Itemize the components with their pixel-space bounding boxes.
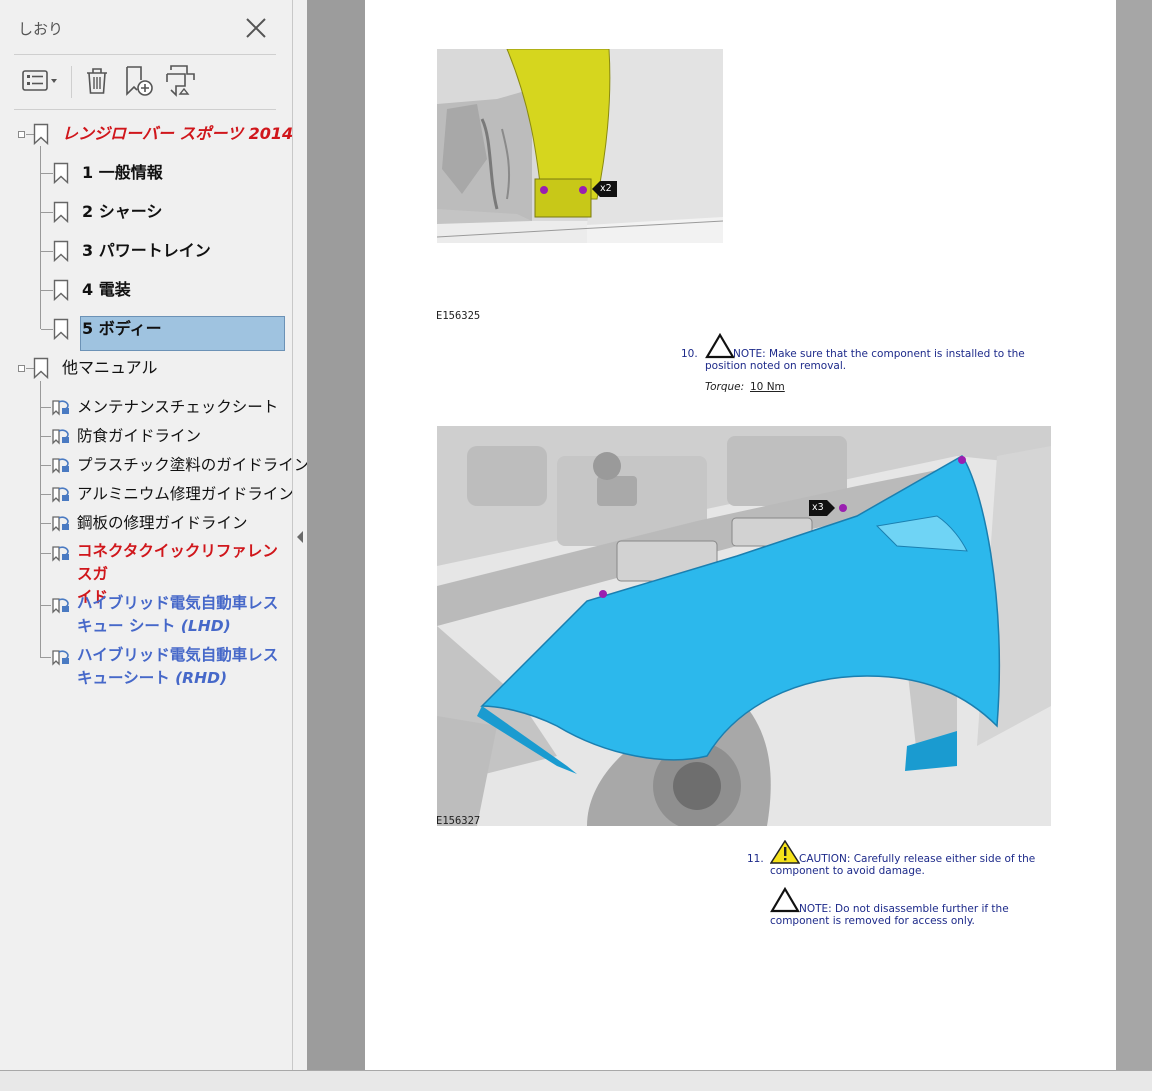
bookmark-label: メンテナンスチェックシート: [77, 398, 279, 416]
bookmark-icon: [33, 123, 49, 145]
bookmark-link-item[interactable]: 鋼板の修理ガイドライン: [0, 508, 292, 538]
collapse-panel-icon[interactable]: [296, 530, 304, 544]
tree-line: [41, 407, 51, 408]
link-bookmark-icon: [52, 598, 69, 614]
pdf-viewer-window: しおり レンジローバー スポーツ 2014 1 一般情報 2 シャーシ 3 パワ…: [0, 0, 1152, 1091]
bookmark-icon: [53, 162, 69, 184]
bookmark-link-item[interactable]: 防食ガイドライン: [0, 421, 292, 451]
torque-value-link[interactable]: 10 Nm: [750, 381, 785, 393]
bookmark-chapter-3[interactable]: 3 パワートレイン: [0, 236, 292, 266]
expand-bookmark-icon[interactable]: [162, 64, 198, 98]
tree-line: [41, 212, 53, 213]
panel-splitter[interactable]: [292, 0, 293, 1070]
link-bookmark-icon: [52, 429, 69, 445]
expander-icon[interactable]: [18, 365, 25, 372]
figure-e156327: [437, 426, 1051, 826]
note-triangle-icon: [705, 333, 735, 359]
bookmark-label: 鋼板の修理ガイドライン: [77, 514, 248, 532]
toolbar-separator: [71, 66, 72, 98]
caution-warning-icon: [770, 840, 800, 864]
bookmark-chapter-2[interactable]: 2 シャーシ: [0, 197, 292, 227]
bookmark-icon: [53, 201, 69, 223]
bookmark-label: 4 電装: [82, 280, 131, 299]
note-text: component is removed for access only.: [770, 915, 975, 927]
link-bookmark-icon: [52, 400, 69, 416]
caution-text: CAUTION: Carefully release either side o…: [799, 853, 1036, 865]
bookmark-link-item[interactable]: コネクタクイックリファレンスガ イド: [0, 538, 292, 606]
bookmark-label: 5 ボディー: [82, 319, 162, 338]
status-bar: [0, 1070, 1152, 1091]
tree-line: [41, 173, 53, 174]
tree-line: [41, 523, 51, 524]
new-bookmark-icon[interactable]: [122, 64, 156, 98]
link-bookmark-icon: [52, 487, 69, 503]
panel-title: しおり: [18, 20, 64, 38]
bookmark-root[interactable]: レンジローバー スポーツ 2014: [0, 119, 294, 149]
bookmark-label: ハイブリッド電気自動車レス キュー シート (LHD): [77, 594, 279, 635]
close-icon[interactable]: [244, 16, 268, 40]
tree-line: [41, 251, 53, 252]
trash-icon[interactable]: [82, 64, 112, 98]
bookmark-label: 防食ガイドライン: [77, 427, 202, 445]
step-number: 11.: [747, 853, 764, 865]
bookmarks-panel: しおり レンジローバー スポーツ 2014 1 一般情報 2 シャーシ 3 パワ…: [0, 0, 309, 1070]
bookmark-icon: [53, 279, 69, 301]
callout-label: x2: [600, 183, 612, 194]
bookmark-other-manuals[interactable]: 他マニュアル: [0, 353, 292, 383]
link-bookmark-icon: [52, 546, 69, 562]
link-bookmark-icon: [52, 650, 69, 666]
tree-line: [41, 494, 51, 495]
note-text: NOTE: Make sure that the component is in…: [733, 348, 1025, 360]
bookmark-label: 他マニュアル: [62, 358, 158, 377]
tree-line: [41, 657, 51, 658]
torque-label: Torque:: [705, 381, 745, 393]
bookmark-label: プラスチック塗料のガイドライン: [77, 456, 310, 474]
callout-label: x3: [812, 502, 824, 513]
link-bookmark-icon: [52, 516, 69, 532]
vertical-scrollbar[interactable]: [1116, 0, 1152, 1070]
bookmark-link-item[interactable]: ハイブリッド電気自動車レス キュー シート (LHD): [0, 590, 292, 640]
bookmark-icon: [53, 318, 69, 340]
expander-icon[interactable]: [18, 131, 25, 138]
bookmark-label: 2 シャーシ: [82, 202, 163, 221]
figure-code: E156325: [436, 310, 481, 322]
figure-code: E156327: [436, 815, 481, 827]
divider: [14, 54, 276, 55]
tree-line: [41, 553, 51, 554]
tree-line: [41, 329, 53, 330]
bookmark-link-item[interactable]: アルミニウム修理ガイドライン: [0, 479, 294, 509]
bookmark-link-item[interactable]: プラスチック塗料のガイドライン: [0, 450, 309, 480]
bookmark-chapter-5[interactable]: 5 ボディー: [0, 314, 292, 344]
bookmark-label: アルミニウム修理ガイドライン: [77, 485, 294, 503]
bookmark-chapter-4[interactable]: 4 電装: [0, 275, 292, 305]
divider: [14, 109, 276, 110]
bookmark-label: ハイブリッド電気自動車レス キューシート (RHD): [77, 646, 279, 687]
caution-text: component to avoid damage.: [770, 865, 925, 877]
tree-line: [41, 290, 53, 291]
step-number: 10.: [681, 348, 698, 360]
bookmark-label: 3 パワートレイン: [82, 241, 211, 260]
tree-line: [41, 436, 51, 437]
options-menu-icon[interactable]: [20, 64, 60, 98]
bookmark-icon: [33, 357, 49, 379]
bookmark-label: レンジローバー スポーツ 2014: [62, 124, 294, 143]
note-text: NOTE: Do not disassemble further if the: [799, 903, 1009, 915]
bookmark-label: 1 一般情報: [82, 163, 163, 182]
figure-e156325: [437, 49, 723, 243]
tree-line: [41, 465, 51, 466]
pdf-page: x2 E156325 10. NOTE: Make sure that the …: [365, 0, 1116, 1070]
link-bookmark-icon: [52, 458, 69, 474]
note-text: position noted on removal.: [705, 360, 847, 372]
bookmark-icon: [53, 240, 69, 262]
bookmark-link-item[interactable]: メンテナンスチェックシート: [0, 392, 292, 422]
note-triangle-icon: [770, 887, 800, 913]
tree-line: [41, 605, 51, 606]
bookmark-chapter-1[interactable]: 1 一般情報: [0, 158, 292, 188]
bookmark-link-item[interactable]: ハイブリッド電気自動車レス キューシート (RHD): [0, 642, 292, 692]
